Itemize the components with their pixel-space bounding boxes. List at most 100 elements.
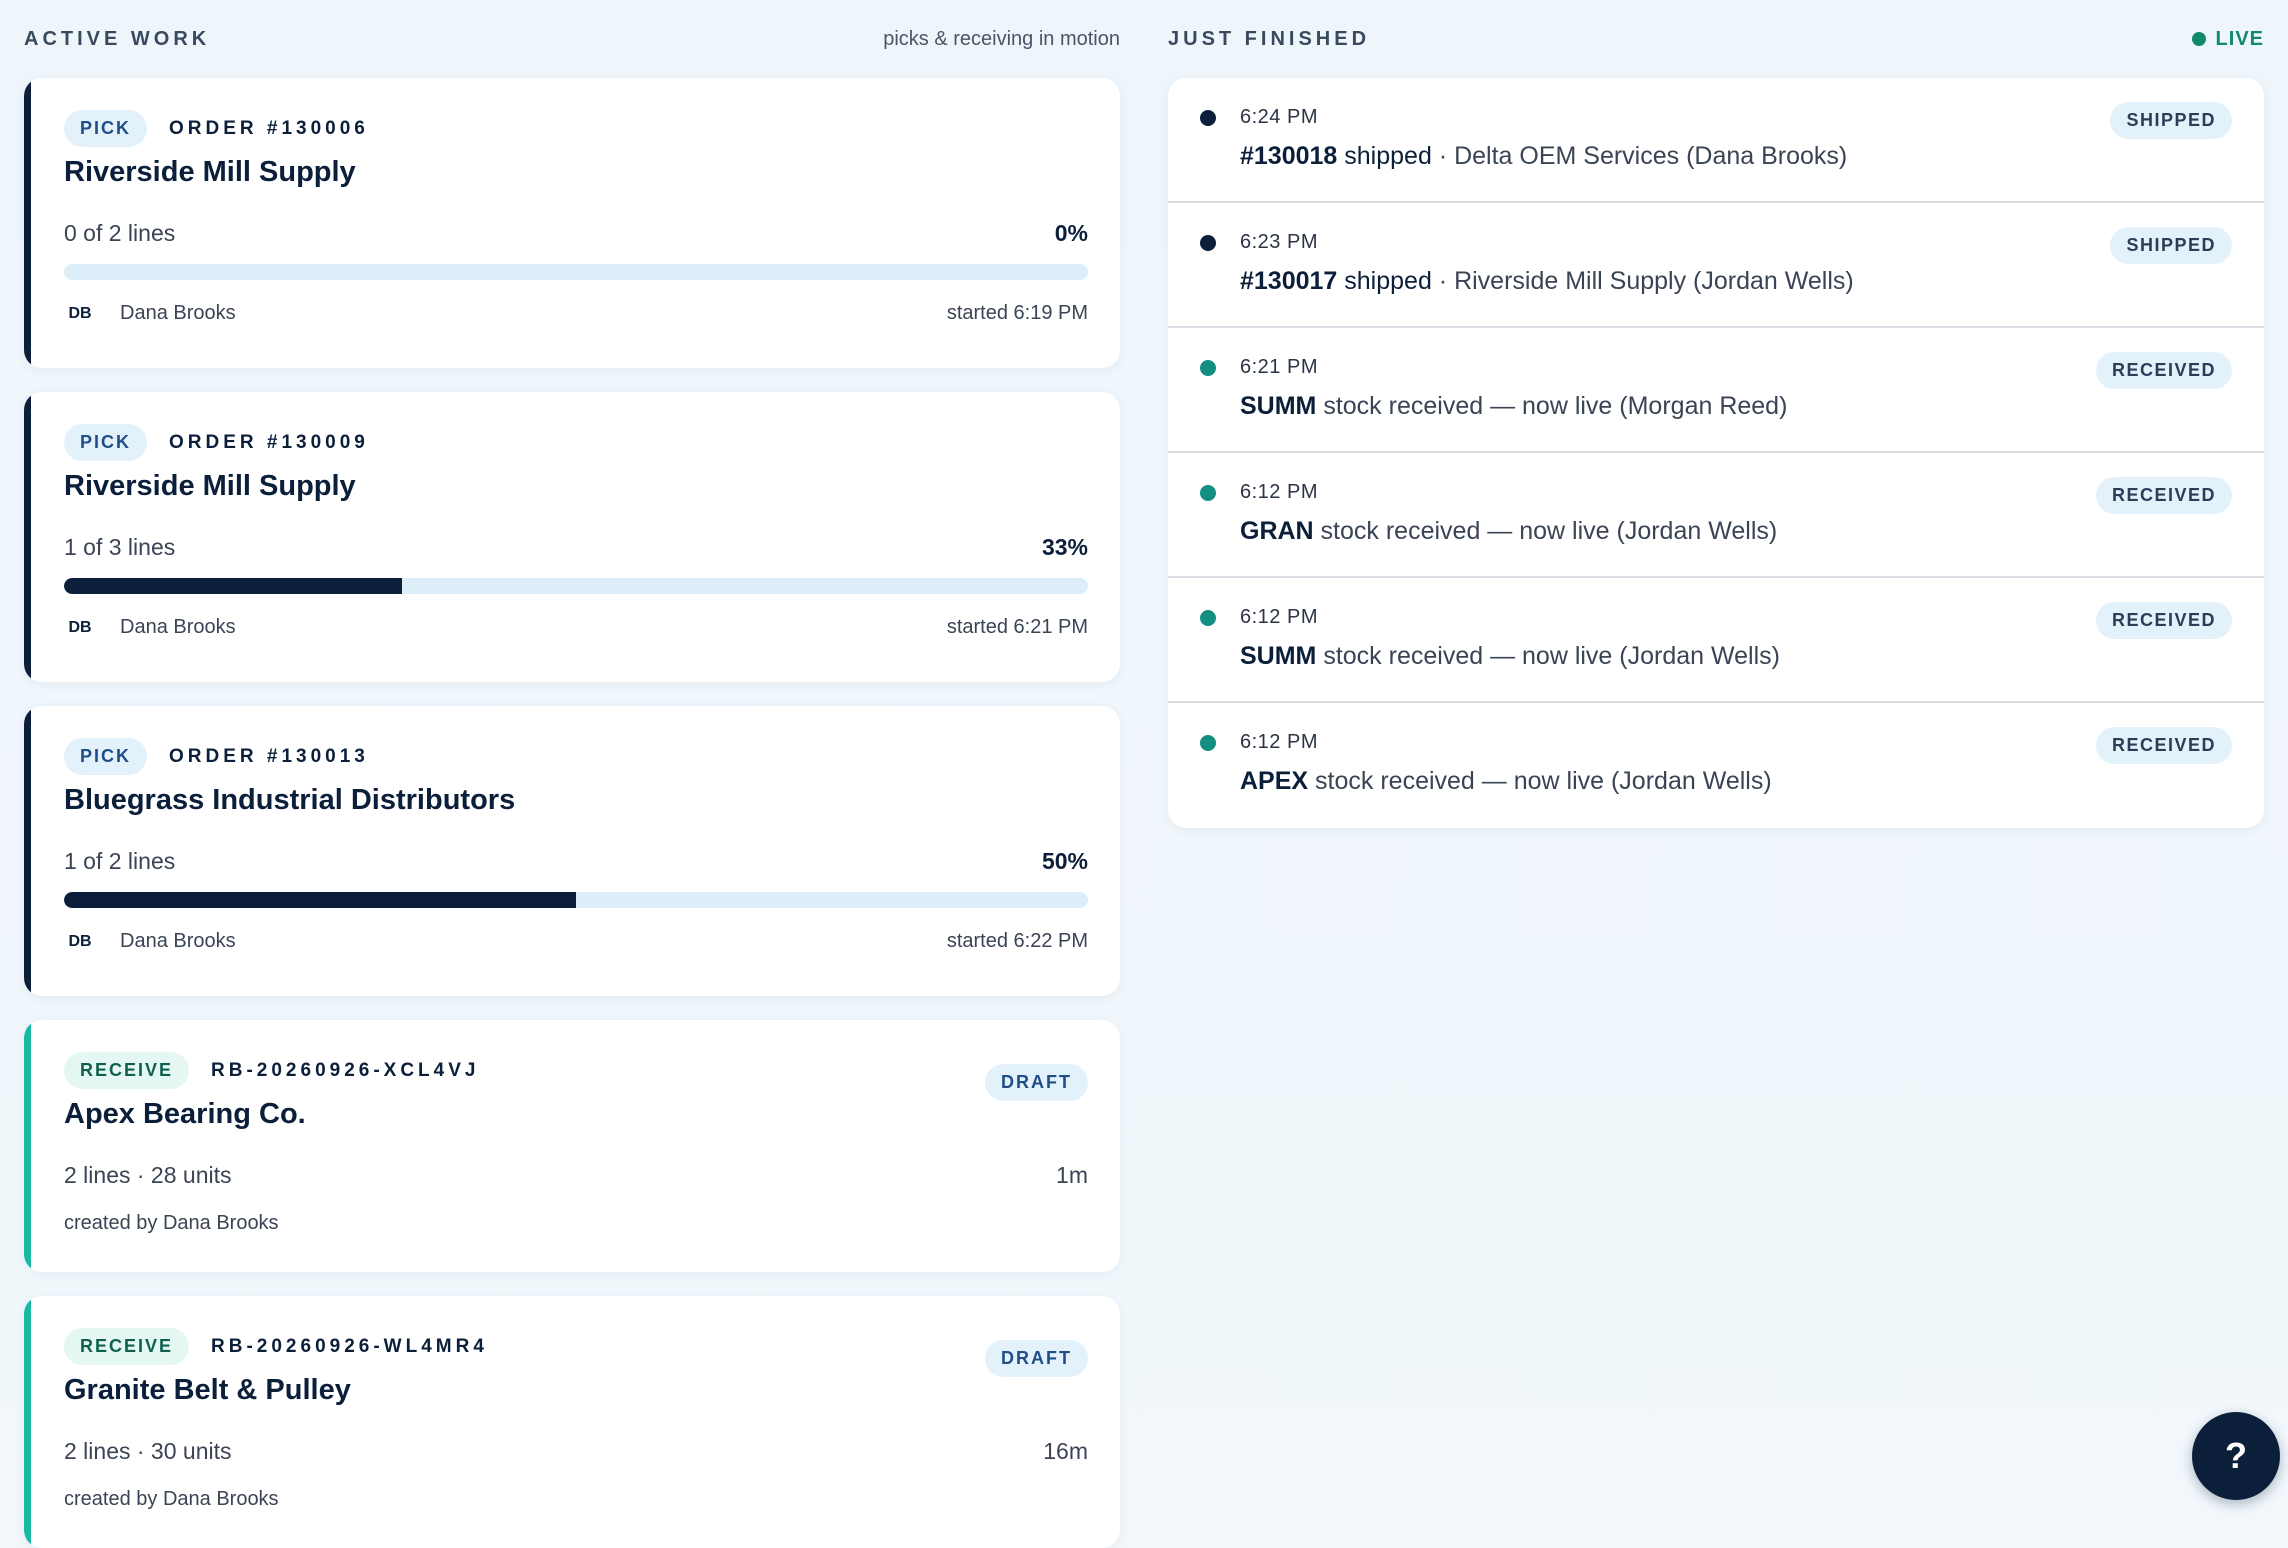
pick-card[interactable]: PICK ORDER #130009 Riverside Mill Supply… xyxy=(24,392,1120,682)
feed-text: #130018 shipped · Delta OEM Services (Da… xyxy=(1240,142,1847,171)
customer-name: Riverside Mill Supply xyxy=(64,470,356,502)
started-time: started 6:21 PM xyxy=(946,616,1088,638)
customer-name: Bluegrass Industrial Distributors xyxy=(64,784,516,816)
pick-card[interactable]: PICK ORDER #130006 Riverside Mill Supply… xyxy=(24,78,1120,368)
feed-action: stock received — now live (Jordan Wells) xyxy=(1308,767,1772,795)
shipped-badge: SHIPPED xyxy=(2110,102,2232,139)
shipped-dot-icon xyxy=(1200,110,1216,126)
active-work-header: ACTIVE WORK picks & receiving in motion xyxy=(24,0,1120,78)
batch-id: RB-20260926-XCL4VJ xyxy=(211,1059,480,1081)
feed-item[interactable]: 6:23 PM #130017 shipped · Riverside Mill… xyxy=(1168,203,2264,328)
supplier-name: Granite Belt & Pulley xyxy=(64,1374,351,1406)
feed-action: stock received — now live (Jordan Wells) xyxy=(1313,517,1778,545)
started-time: started 6:19 PM xyxy=(946,302,1088,324)
feed-time: 6:21 PM xyxy=(1240,356,1318,378)
received-badge: RECEIVED xyxy=(2095,602,2232,639)
feed-detail: · Riverside Mill Supply (Jordan Wells) xyxy=(1431,267,1854,295)
feed-item[interactable]: 6:12 PM GRAN stock received — now live (… xyxy=(1168,453,2264,578)
just-finished-header: JUST FINISHED LIVE xyxy=(1168,0,2264,78)
receive-age: 1m xyxy=(1056,1162,1088,1188)
feed-item[interactable]: 6:21 PM SUMM stock received — now live (… xyxy=(1168,328,2264,453)
pick-tag: PICK xyxy=(64,424,148,461)
feed-ref: #130018 xyxy=(1240,142,1338,170)
received-dot-icon xyxy=(1200,735,1216,751)
picker-name: Dana Brooks xyxy=(120,616,236,638)
feed-time: 6:23 PM xyxy=(1240,231,1318,253)
active-work-title: ACTIVE WORK xyxy=(24,27,211,50)
feed-time: 6:12 PM xyxy=(1240,481,1318,503)
receive-card[interactable]: RECEIVE RB-20260926-WL4MR4 DRAFT Granite… xyxy=(24,1296,1120,1548)
active-work-subtitle: picks & receiving in motion xyxy=(883,27,1120,50)
received-dot-icon xyxy=(1200,485,1216,501)
started-time: started 6:22 PM xyxy=(946,930,1088,952)
active-work-column: ACTIVE WORK picks & receiving in motion … xyxy=(24,0,1120,1548)
progress-bar xyxy=(64,264,1088,280)
help-icon: ? xyxy=(2225,1435,2247,1476)
shipped-badge: SHIPPED xyxy=(2110,227,2232,264)
feed-action: shipped xyxy=(1337,142,1432,170)
feed-action: stock received — now live (Jordan Wells) xyxy=(1316,642,1780,670)
received-badge: RECEIVED xyxy=(2095,477,2232,514)
card-accent-stripe xyxy=(24,78,31,368)
received-badge: RECEIVED xyxy=(2095,727,2232,764)
progress-percent: 50% xyxy=(1041,848,1088,874)
progress-bar-fill xyxy=(64,892,576,908)
receive-age: 16m xyxy=(1043,1438,1088,1464)
supplier-name: Apex Bearing Co. xyxy=(64,1098,306,1130)
receive-card[interactable]: RECEIVE RB-20260926-XCL4VJ DRAFT Apex Be… xyxy=(24,1020,1120,1272)
feed-action: stock received — now live (Morgan Reed) xyxy=(1316,392,1788,420)
feed-text: #130017 shipped · Riverside Mill Supply … xyxy=(1240,267,1854,296)
pick-card[interactable]: PICK ORDER #130013 Bluegrass Industrial … xyxy=(24,706,1120,996)
avatar: DB xyxy=(68,618,92,636)
lines-count: 1 of 2 lines xyxy=(64,848,176,874)
created-by: created by Dana Brooks xyxy=(64,1212,279,1234)
activity-feed: 6:24 PM #130018 shipped · Delta OEM Serv… xyxy=(1168,78,2264,828)
avatar: DB xyxy=(68,304,92,322)
live-label: LIVE xyxy=(2215,27,2264,50)
feed-text: APEX stock received — now live (Jordan W… xyxy=(1240,767,1772,796)
feed-time: 6:24 PM xyxy=(1240,106,1318,128)
lines-count: 1 of 3 lines xyxy=(64,534,176,560)
card-accent-stripe xyxy=(24,706,31,996)
order-number: ORDER #130009 xyxy=(169,431,369,453)
feed-time: 6:12 PM xyxy=(1240,606,1318,628)
feed-text: SUMM stock received — now live (Morgan R… xyxy=(1240,392,1787,421)
received-dot-icon xyxy=(1200,610,1216,626)
receive-tag: RECEIVE xyxy=(64,1328,190,1365)
created-by: created by Dana Brooks xyxy=(64,1488,279,1510)
feed-action: shipped xyxy=(1337,267,1432,295)
customer-name: Riverside Mill Supply xyxy=(64,156,356,188)
progress-bar-fill xyxy=(64,578,402,594)
pick-tag: PICK xyxy=(64,110,148,147)
live-dot-icon xyxy=(2191,32,2206,46)
just-finished-column: JUST FINISHED LIVE 6:24 PM #130018 shipp… xyxy=(1168,0,2264,828)
help-button[interactable]: ? xyxy=(2192,1412,2280,1500)
picker-name: Dana Brooks xyxy=(120,302,236,324)
feed-item[interactable]: 6:24 PM #130018 shipped · Delta OEM Serv… xyxy=(1168,78,2264,203)
progress-bar xyxy=(64,578,1088,594)
feed-ref: APEX xyxy=(1240,767,1309,795)
order-number: ORDER #130013 xyxy=(169,745,369,767)
feed-ref: #130017 xyxy=(1240,267,1338,295)
card-accent-stripe xyxy=(24,392,31,682)
feed-item[interactable]: 6:12 PM APEX stock received — now live (… xyxy=(1168,703,2264,828)
feed-text: SUMM stock received — now live (Jordan W… xyxy=(1240,642,1780,671)
receive-tag: RECEIVE xyxy=(64,1052,190,1089)
feed-ref: SUMM xyxy=(1240,392,1317,420)
draft-badge: DRAFT xyxy=(985,1340,1088,1377)
shipped-dot-icon xyxy=(1200,235,1216,251)
draft-badge: DRAFT xyxy=(985,1064,1088,1101)
feed-text: GRAN stock received — now live (Jordan W… xyxy=(1240,517,1777,546)
picker-name: Dana Brooks xyxy=(120,930,236,952)
avatar: DB xyxy=(68,932,92,950)
progress-percent: 33% xyxy=(1041,534,1088,560)
card-accent-stripe xyxy=(24,1020,31,1272)
receive-summary: 2 lines · 30 units xyxy=(64,1438,232,1464)
progress-percent: 0% xyxy=(1054,220,1088,246)
receive-summary: 2 lines · 28 units xyxy=(64,1162,232,1188)
live-indicator: LIVE xyxy=(2191,27,2264,51)
feed-item[interactable]: 6:12 PM SUMM stock received — now live (… xyxy=(1168,578,2264,703)
pick-tag: PICK xyxy=(64,738,148,775)
feed-ref: SUMM xyxy=(1240,642,1317,670)
just-finished-title: JUST FINISHED xyxy=(1168,27,1371,50)
